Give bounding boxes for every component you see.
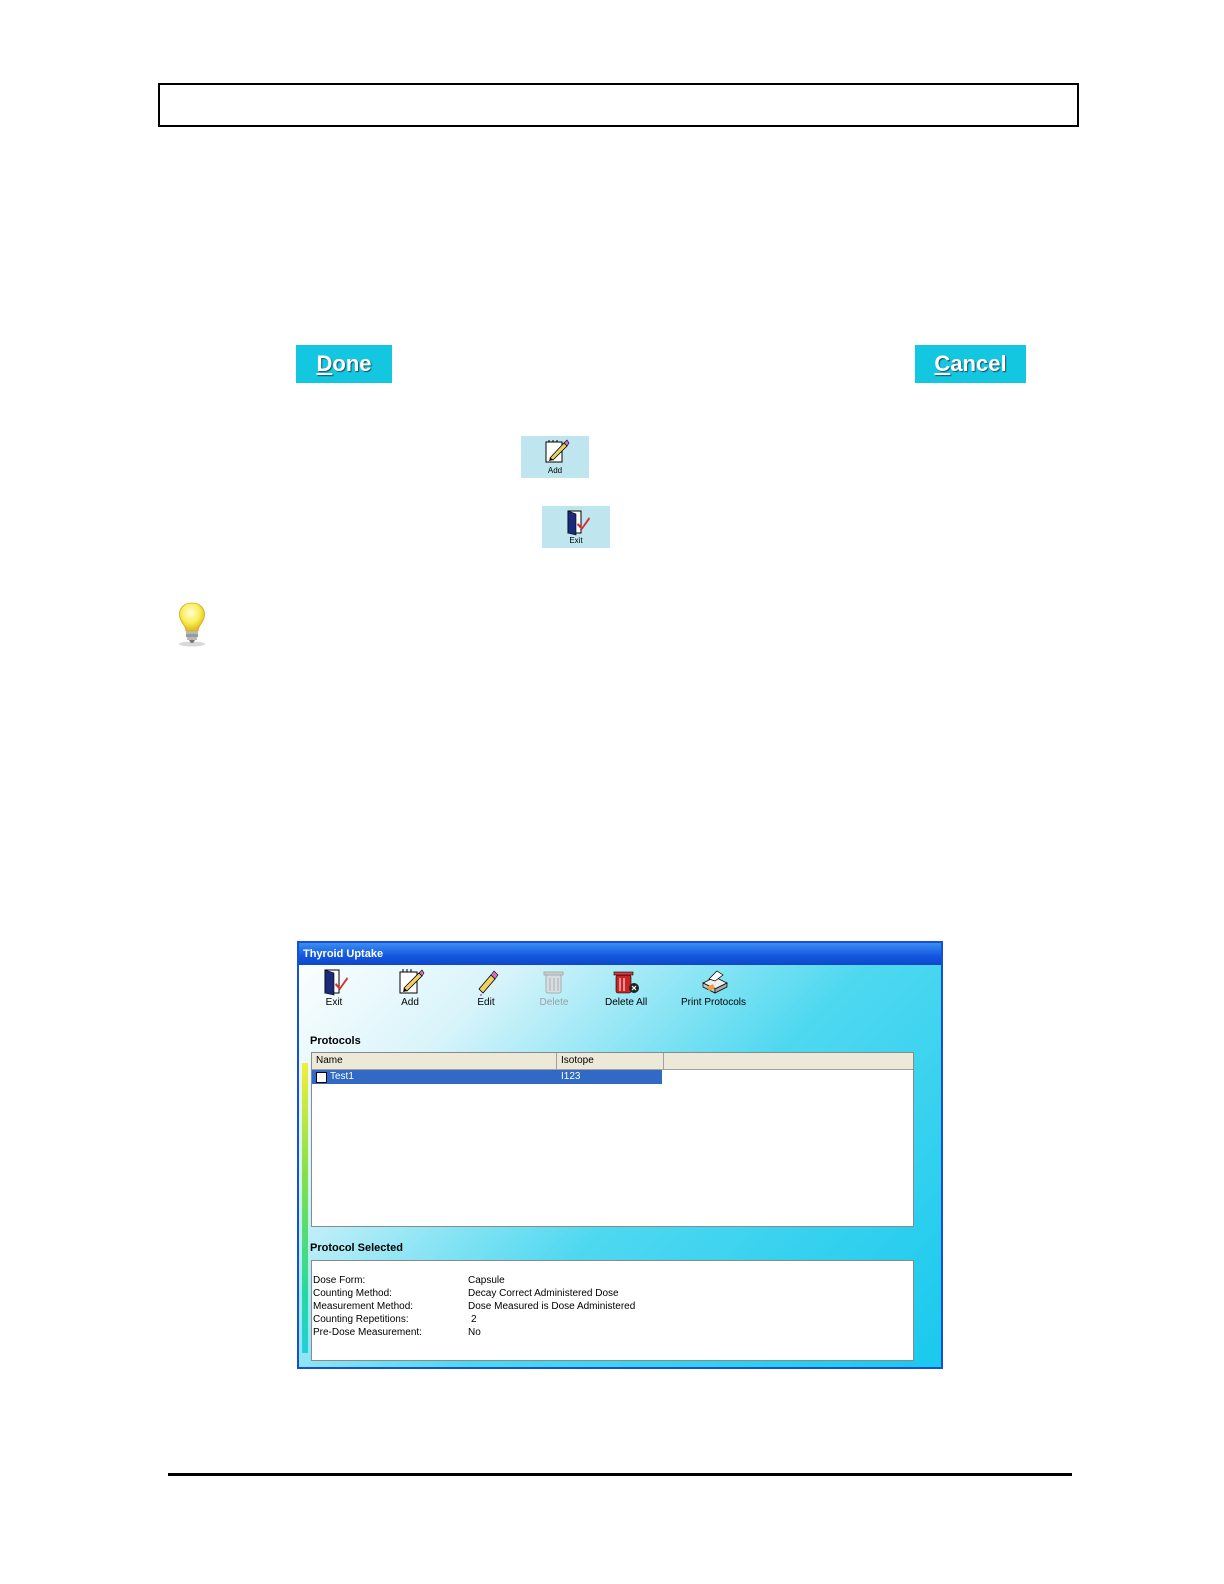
cancel-button-mnemonic: C xyxy=(934,351,951,376)
toolbar-print-protocols-label: Print Protocols xyxy=(681,997,747,1008)
pencil-pad-icon xyxy=(545,439,570,463)
detail-row: Pre-Dose Measurement: No xyxy=(313,1326,913,1339)
dialog-title-bar: Thyroid Uptake xyxy=(299,943,941,965)
exit-button-illustration[interactable]: Exit xyxy=(542,506,610,548)
toolbar-delete-all-button[interactable]: Delete All xyxy=(605,967,647,1008)
row-checkbox[interactable] xyxy=(316,1072,327,1083)
detail-label: Pre-Dose Measurement: xyxy=(313,1327,422,1338)
toolbar-print-protocols-button[interactable]: Print Protocols xyxy=(681,967,746,1008)
protocol-selected-label: Protocol Selected xyxy=(310,1242,403,1254)
dialog-toolbar: Exit Add Edit Delete Delete All Print Pr… xyxy=(299,965,941,1031)
toolbar-exit-button[interactable]: Exit xyxy=(319,967,349,1008)
lightbulb-icon xyxy=(179,602,205,647)
cancel-button[interactable]: Cancel xyxy=(915,345,1026,383)
printer-icon xyxy=(701,970,728,994)
toolbar-add-button[interactable]: Add xyxy=(395,967,425,1008)
detail-label: Dose Form: xyxy=(313,1275,366,1286)
dialog-title: Thyroid Uptake xyxy=(303,948,384,960)
detail-value: No xyxy=(468,1327,481,1338)
exit-door-icon xyxy=(567,510,590,536)
footer-rule xyxy=(168,1473,1072,1476)
done-button-mnemonic: D xyxy=(316,351,333,376)
detail-row: Measurement Method: Dose Measured is Dos… xyxy=(313,1300,913,1313)
exit-button-label: Exit xyxy=(569,536,583,545)
toolbar-add-label: Add xyxy=(401,997,419,1008)
row-name: Test1 xyxy=(330,1071,354,1082)
detail-row: Counting Method: Decay Correct Administe… xyxy=(313,1287,913,1300)
toolbar-exit-label: Exit xyxy=(325,997,343,1008)
detail-row: Dose Form: Capsule xyxy=(313,1274,913,1287)
column-header-name[interactable]: Name xyxy=(312,1053,557,1069)
column-header-isotope[interactable]: Isotope xyxy=(557,1053,664,1069)
eraser-pencil-icon xyxy=(478,970,499,996)
row-isotope-cell: I123 xyxy=(557,1070,662,1084)
page-header-box xyxy=(158,83,1079,127)
protocols-list[interactable]: Name Isotope Test1 I123 xyxy=(311,1052,914,1227)
detail-value: Dose Measured is Dose Administered xyxy=(468,1301,636,1312)
detail-label: Measurement Method: xyxy=(313,1301,414,1312)
row-name-cell: Test1 xyxy=(312,1070,557,1084)
detail-value: Capsule xyxy=(468,1275,505,1286)
protocols-label: Protocols xyxy=(310,1035,361,1047)
column-header-empty xyxy=(664,1053,913,1069)
protocol-details-panel: Dose Form: Capsule Counting Method: Deca… xyxy=(311,1260,914,1361)
detail-label: Counting Repetitions: xyxy=(313,1314,409,1325)
pencil-pad-icon xyxy=(399,969,425,994)
add-button-label: Add xyxy=(547,466,563,475)
detail-value: Decay Correct Administered Dose xyxy=(468,1288,619,1299)
cancel-button-label: ancel xyxy=(950,351,1007,376)
done-button[interactable]: Done xyxy=(296,345,392,383)
done-button-label: one xyxy=(332,351,372,376)
thyroid-uptake-dialog: Thyroid Uptake Exit Add Edit Delete Dele… xyxy=(297,941,943,1369)
gradient-accent-bar xyxy=(302,1063,308,1353)
toolbar-edit-label: Edit xyxy=(477,997,495,1008)
toolbar-delete-label: Delete xyxy=(539,997,569,1008)
table-row[interactable]: Test1 I123 xyxy=(312,1070,662,1084)
detail-label: Counting Method: xyxy=(313,1288,392,1299)
trash-can-icon xyxy=(543,971,564,994)
delete-all-icon xyxy=(613,971,640,994)
add-button-illustration[interactable]: Add xyxy=(521,436,589,478)
protocols-list-header: Name Isotope xyxy=(312,1053,913,1070)
row-isotope: I123 xyxy=(561,1071,581,1082)
toolbar-edit-button[interactable]: Edit xyxy=(471,967,501,1008)
detail-value: 2 xyxy=(471,1314,477,1325)
toolbar-delete-all-label: Delete All xyxy=(605,997,648,1008)
toolbar-delete-button[interactable]: Delete xyxy=(539,967,569,1008)
detail-row: Counting Repetitions: 2 xyxy=(313,1313,913,1326)
exit-door-icon xyxy=(324,969,348,996)
